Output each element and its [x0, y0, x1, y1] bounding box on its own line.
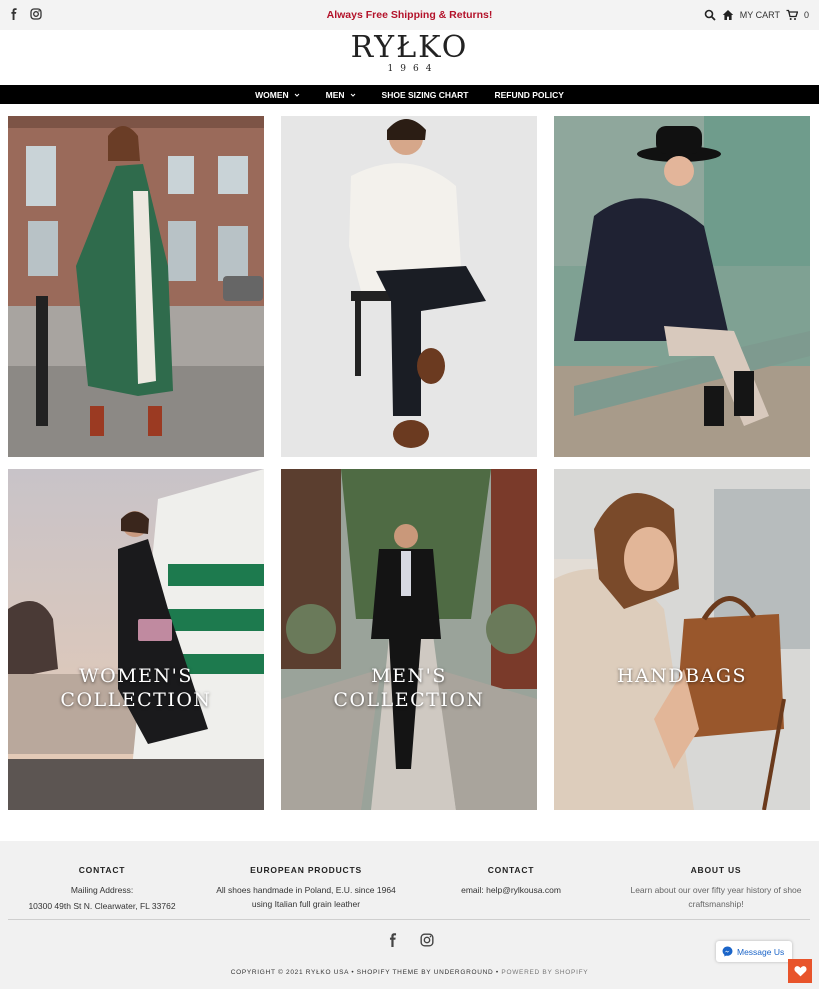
footer-about-link[interactable]: craftsmanship! [616, 897, 816, 911]
nav-item-women[interactable]: WOMEN [255, 90, 300, 100]
footer-text: Mailing Address: [70, 885, 134, 895]
caption-line: WOMEN'S [79, 665, 193, 687]
footer-social-links [0, 933, 819, 947]
tile-caption-womens[interactable]: WOMEN'S COLLECTION [8, 664, 264, 712]
nav-item-label: WOMEN [255, 89, 289, 100]
search-icon[interactable] [704, 9, 716, 21]
collection-tile-handbags[interactable]: HANDBAGS [554, 469, 810, 810]
photo-man-in-suit [281, 469, 537, 810]
photo-woman-green-coat [8, 116, 264, 457]
footer-text: using Italian full grain leather [251, 899, 361, 909]
photo-woman-with-handbag [554, 469, 810, 810]
footer-heading: CONTACT [487, 865, 535, 875]
photo-woman-hat [554, 116, 810, 457]
caption-line: COLLECTION [333, 689, 485, 711]
caption-line: HANDBAGS [616, 665, 748, 687]
footer-about-link[interactable]: Learn about our over fifty year history … [616, 883, 816, 897]
cart-count[interactable]: 0 [804, 10, 809, 20]
home-icon[interactable] [722, 9, 734, 21]
copyright-text: COPYRIGHT © 2021 RYŁKO USA • SHOPIFY THE… [230, 969, 499, 976]
nav-item-label: REFUND POLICY [494, 89, 564, 100]
photo-man-white-sweater [281, 116, 537, 457]
nav-item-label: MEN [325, 89, 345, 100]
nav-item-refund-policy[interactable]: REFUND POLICY [494, 90, 563, 100]
top-right-tools: MY CART 0 [704, 9, 809, 21]
nav-item-men[interactable]: MEN [326, 90, 356, 100]
nav-item-shoe-sizing-chart[interactable]: SHOE SIZING CHART [382, 90, 469, 100]
tile-caption-handbags[interactable]: HANDBAGS [554, 664, 810, 688]
footer-col-about-us: ABOUT US Learn about our over fifty year… [616, 865, 816, 911]
footer-col-european-products: EUROPEAN PRODUCTS All shoes handmade in … [206, 865, 406, 911]
cart-icon[interactable] [786, 9, 798, 21]
product-tile-woman-green-coat[interactable] [8, 116, 264, 457]
footer-text: 10300 49th St N. Clearwater, FL 33762 [28, 901, 176, 911]
product-tile-woman-hat[interactable] [554, 116, 810, 457]
heart-icon [793, 966, 807, 977]
wishlist-button[interactable] [788, 959, 812, 983]
free-shipping-promo[interactable]: Always Free Shipping & Returns! [0, 9, 819, 21]
instagram-icon[interactable] [419, 933, 434, 947]
logo-year: 1964 [387, 64, 439, 74]
facebook-icon[interactable] [386, 933, 400, 947]
collection-tile-womens[interactable]: WOMEN'S COLLECTION [8, 469, 264, 810]
photo-woman-black-dress [8, 469, 264, 810]
messenger-label: Message Us [737, 946, 785, 957]
product-tile-man-white-sweater[interactable] [281, 116, 537, 457]
top-bar: Always Free Shipping & Returns! MY CART … [0, 0, 819, 30]
nav-item-label: SHOE SIZING CHART [381, 89, 469, 100]
tile-caption-mens[interactable]: MEN'S COLLECTION [281, 664, 537, 712]
footer-text: All shoes handmade in Poland, E.U. since… [216, 885, 396, 895]
footer-heading: EUROPEAN PRODUCTS [250, 865, 362, 875]
messenger-icon [722, 946, 733, 957]
footer-heading: CONTACT [78, 865, 126, 875]
site-footer: CONTACT Mailing Address: 10300 49th St N… [0, 841, 819, 989]
caption-line: MEN'S [371, 665, 447, 687]
chevron-down-icon [294, 93, 300, 97]
messenger-button[interactable]: Message Us [716, 941, 792, 962]
copyright-line: COPYRIGHT © 2021 RYŁKO USA • SHOPIFY THE… [0, 969, 819, 976]
site-logo[interactable]: RYŁKO 1964 [0, 31, 819, 75]
main-nav: WOMEN MEN SHOE SIZING CHART REFUND POLIC… [0, 85, 819, 104]
collection-tile-mens[interactable]: MEN'S COLLECTION [281, 469, 537, 810]
logo-brand[interactable]: RYŁKO [0, 31, 819, 65]
my-cart-link[interactable]: MY CART [740, 10, 780, 20]
footer-col-contact-address: CONTACT Mailing Address: 10300 49th St N… [2, 865, 202, 913]
footer-col-contact-email: CONTACT email: help@rylkousa.com [411, 865, 611, 897]
caption-line: COLLECTION [60, 689, 212, 711]
powered-by-shopify-link[interactable]: POWERED BY SHOPIFY [501, 969, 588, 976]
chevron-down-icon [350, 93, 355, 97]
footer-email-link[interactable]: email: help@rylkousa.com [411, 883, 611, 897]
footer-divider [8, 919, 810, 920]
footer-heading[interactable]: ABOUT US [616, 865, 816, 875]
